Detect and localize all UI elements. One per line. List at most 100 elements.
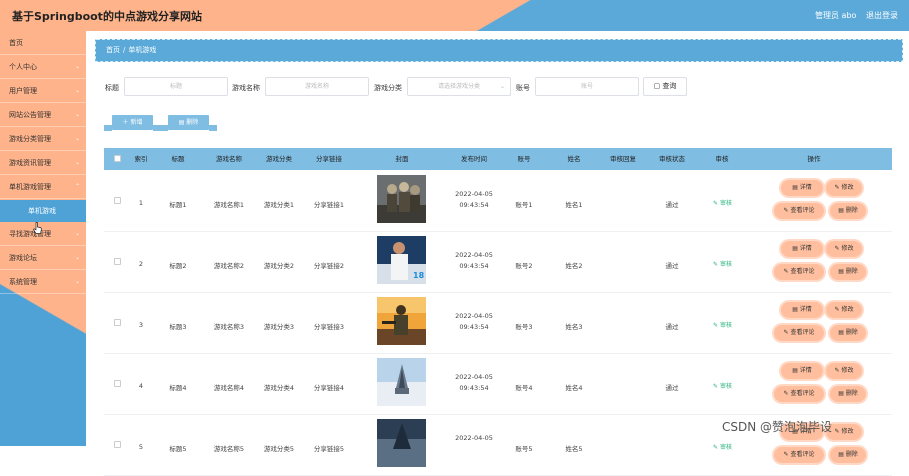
column-header: 索引: [134, 155, 148, 163]
table-row: 4 标题4 游戏名称4 游戏分类4 分享链接4 2022-04-05 09:43:54 账号4…: [104, 354, 892, 415]
cover-image: [377, 175, 426, 223]
edit-button[interactable]: ✎ 修改: [826, 241, 862, 257]
sidebar: 首页 个人中心 ⌄ 用户管理 ⌄ 网站公告管理 ⌄ 游戏分类管理 ⌄ 游戏资讯管理 ⌄ 单…: [0, 31, 86, 446]
game-category-select[interactable]: 请选择游戏分类 ⌄: [407, 77, 511, 96]
cell-share-link: 分享链接3: [313, 323, 345, 331]
svg-text:18: 18: [413, 271, 425, 280]
edit-button[interactable]: ✎ 修改: [826, 302, 862, 318]
cell-publish-time: 09:43:54: [459, 384, 489, 392]
account-label: 账号: [516, 84, 530, 92]
sidebar-item-announcements[interactable]: 网站公告管理 ⌄: [0, 103, 86, 127]
detail-button[interactable]: ▤ 详情: [781, 241, 823, 257]
column-header: 操作: [807, 155, 821, 163]
cell-account: 账号3: [515, 323, 533, 331]
edit-icon: ✎: [713, 261, 720, 268]
view-comments-button[interactable]: ✎ 查看评论: [774, 447, 824, 463]
row-checkbox[interactable]: [114, 197, 121, 204]
site-title: 基于Springboot的中点游戏分享网站: [12, 10, 202, 23]
sidebar-item-profile[interactable]: 个人中心 ⌄: [0, 55, 86, 79]
cell-publish-time: 09:43:54: [459, 201, 489, 209]
column-header: 审核回复: [610, 155, 636, 163]
chevron-down-icon: ⌄: [74, 278, 80, 285]
column-header: 账号: [517, 155, 531, 163]
sidebar-subitem-single-game[interactable]: 单机游戏: [0, 200, 86, 222]
row-checkbox[interactable]: [114, 319, 121, 326]
sidebar-item-game-categories[interactable]: 游戏分类管理 ⌄: [0, 127, 86, 151]
logout-link[interactable]: 退出登录: [866, 10, 898, 21]
cell-account: 账号5: [515, 445, 533, 453]
row-checkbox[interactable]: [114, 380, 121, 387]
chevron-down-icon: ⌄: [74, 254, 80, 261]
cell-title: 标题5: [169, 445, 187, 453]
cell-name: 姓名5: [565, 445, 583, 453]
view-comments-button[interactable]: ✎ 查看评论: [774, 325, 824, 341]
cover-image: 18: [377, 236, 426, 284]
sidebar-item-find-games[interactable]: 寻找游戏管理 ⌄: [0, 222, 86, 246]
edit-button[interactable]: ✎ 修改: [826, 363, 862, 379]
search-button[interactable]: ▢ 查询: [643, 77, 687, 96]
table-header: 索引 标题 游戏名称 游戏分类 分享链接 封面 发布时间 账号 姓名 审核回复 …: [104, 148, 892, 170]
cell-publish-time: 09:43:54: [459, 323, 489, 331]
delete-button[interactable]: ▤ 删除: [830, 264, 866, 280]
audit-link[interactable]: ✎ 审核: [713, 259, 732, 268]
detail-button[interactable]: ▤ 详情: [781, 180, 823, 196]
row-checkbox[interactable]: [114, 441, 121, 448]
delete-button[interactable]: ▤ 删除: [830, 203, 866, 219]
cell-game-name: 游戏名称3: [213, 323, 245, 331]
row-checkbox[interactable]: [114, 258, 121, 265]
sidebar-item-system[interactable]: 系统管理 ⌄: [0, 270, 86, 294]
account-input[interactable]: 账号: [535, 77, 639, 96]
document-icon: ▤: [792, 245, 800, 252]
game-category-label: 游戏分类: [374, 84, 402, 92]
edit-button[interactable]: ✎ 修改: [826, 180, 862, 196]
column-header: 审核状态: [659, 155, 685, 163]
cell-publish-date: 2022-04-05: [455, 312, 493, 320]
column-header: 审核: [715, 155, 729, 163]
game-name-input[interactable]: 游戏名称: [265, 77, 369, 96]
audit-link[interactable]: ✎ 审核: [713, 442, 732, 451]
view-comments-button[interactable]: ✎ 查看评论: [774, 203, 824, 219]
audit-link[interactable]: ✎ 审核: [713, 198, 732, 207]
chevron-down-icon: ⌄: [74, 159, 80, 166]
cell-name: 姓名2: [565, 262, 583, 270]
trash-icon: ▤: [838, 268, 846, 275]
view-comments-button[interactable]: ✎ 查看评论: [774, 386, 824, 402]
delete-button[interactable]: ▤ 删除: [830, 386, 866, 402]
chevron-down-icon: ⌄: [74, 135, 80, 142]
sidebar-item-game-news[interactable]: 游戏资讯管理 ⌄: [0, 151, 86, 175]
cell-title: 标题2: [169, 262, 187, 270]
delete-button[interactable]: ▤ 删除: [830, 447, 866, 463]
edit-icon: ✎: [713, 322, 720, 329]
cell-category: 游戏分类2: [263, 262, 295, 270]
chevron-down-icon: ⌄: [74, 111, 80, 118]
add-button[interactable]: ＋ 新增: [112, 115, 153, 130]
column-header: 发布时间: [461, 155, 487, 163]
cell-index: 4: [138, 382, 144, 390]
edit-icon: ✎: [713, 383, 720, 390]
watermark: CSDN @赞泡泡毕设: [722, 420, 833, 434]
trash-icon: ▤: [838, 390, 846, 397]
sidebar-item-users[interactable]: 用户管理 ⌄: [0, 79, 86, 103]
breadcrumb-home[interactable]: 首页: [106, 46, 120, 54]
detail-button[interactable]: ▤ 详情: [781, 363, 823, 379]
delete-button[interactable]: ▤ 删除: [830, 325, 866, 341]
title-label: 标题: [105, 84, 119, 92]
cell-title: 标题3: [169, 323, 187, 331]
sidebar-item-forum[interactable]: 游戏论坛 ⌄: [0, 246, 86, 270]
cell-publish-date: 2022-04-05: [455, 373, 493, 381]
audit-link[interactable]: ✎ 审核: [713, 320, 732, 329]
audit-link[interactable]: ✎ 审核: [713, 381, 732, 390]
column-header: 游戏分类: [266, 155, 292, 163]
cell-category: 游戏分类4: [263, 384, 295, 392]
cell-publish-time: 09:43:54: [459, 262, 489, 270]
column-header: 分享链接: [316, 155, 342, 163]
sidebar-item-home[interactable]: 首页: [0, 31, 86, 55]
title-input[interactable]: 标题: [124, 77, 228, 96]
trash-icon: ▤: [838, 451, 846, 458]
select-all-checkbox[interactable]: [114, 155, 121, 162]
detail-button[interactable]: ▤ 详情: [781, 302, 823, 318]
cell-account: 账号1: [515, 201, 533, 209]
view-comments-button[interactable]: ✎ 查看评论: [774, 264, 824, 280]
sidebar-item-single-games[interactable]: 单机游戏管理 ⌃: [0, 175, 86, 199]
batch-delete-button[interactable]: ▤ 删除: [168, 115, 209, 130]
